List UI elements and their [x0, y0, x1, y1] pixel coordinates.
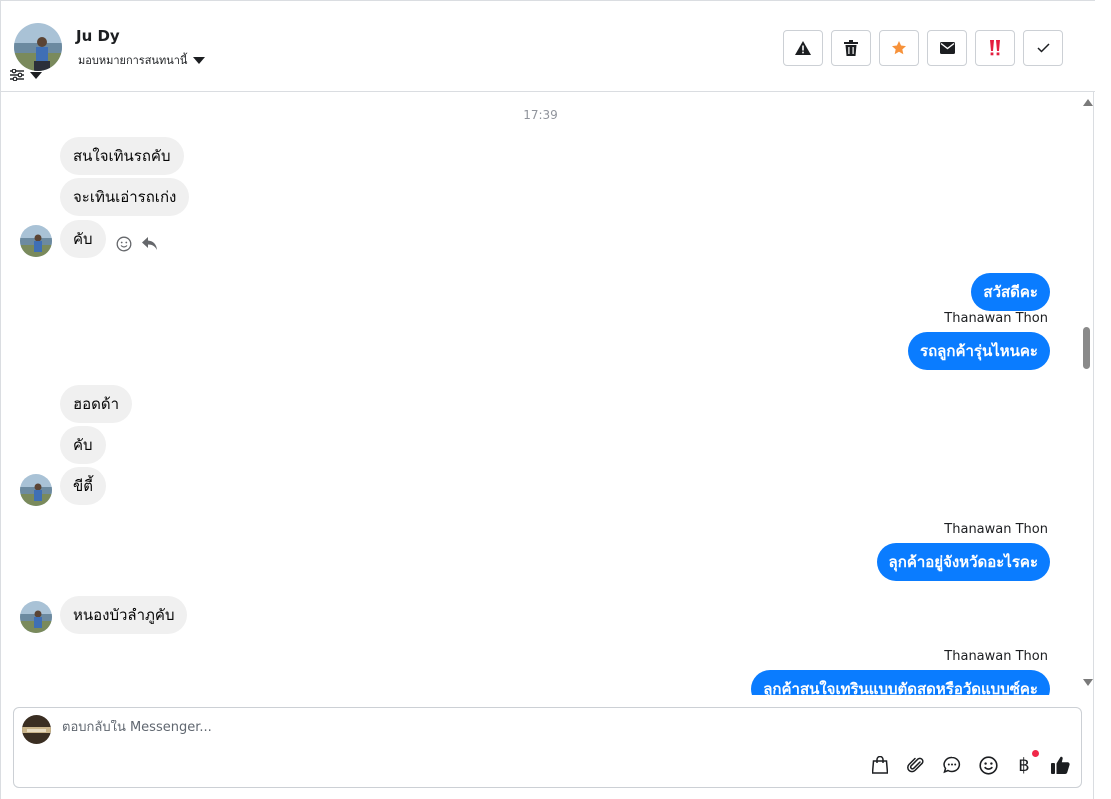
chat-bubble-icon [943, 756, 961, 774]
message-composer: ฿ [13, 707, 1082, 788]
incoming-message[interactable]: ขีตี้ [60, 467, 106, 505]
chevron-down-icon [193, 56, 206, 64]
incoming-message[interactable]: คับ [60, 426, 106, 464]
mark-unread-button[interactable] [927, 30, 967, 66]
message-thread: 17:39 สนใจเทินรถคับ จะเทินเอ่ารถเก่ง คับ [2, 93, 1079, 695]
baht-icon: ฿ [1018, 754, 1030, 776]
star-button[interactable] [879, 30, 919, 66]
reply-input[interactable] [62, 720, 862, 735]
like-button[interactable] [1049, 754, 1071, 776]
incoming-message[interactable]: หนองบัวลำภูคับ [60, 596, 188, 634]
sender-name: Thanawan Thon [944, 649, 1048, 664]
incoming-message[interactable]: สนใจเทินรถคับ [60, 137, 184, 175]
chevron-down-icon [30, 71, 42, 79]
notification-dot [1032, 750, 1039, 757]
sender-name: Thanawan Thon [944, 522, 1048, 537]
contact-avatar-small [20, 225, 52, 257]
emoji-react-icon[interactable] [116, 236, 132, 252]
shopping-bag-icon [872, 756, 888, 774]
double-exclamation-icon [990, 40, 1000, 56]
sender-name: Thanawan Thon [944, 311, 1048, 326]
trash-icon [844, 40, 858, 56]
reply-icon[interactable] [142, 237, 158, 251]
message-timestamp: 17:39 [523, 108, 558, 122]
contact-name[interactable]: Ju Dy [76, 27, 120, 45]
contact-avatar-small [20, 601, 52, 633]
conversation-actions [783, 30, 1063, 66]
paperclip-icon [907, 757, 924, 773]
scroll-down-arrow-icon[interactable] [1083, 679, 1093, 686]
shopping-bag-button[interactable] [869, 754, 891, 776]
conversation-panel: Ju Dy มอบหมายการสนทนานี้ 17:39 สนใจเทินร… [0, 0, 1095, 799]
follow-up-button[interactable] [975, 30, 1015, 66]
contact-avatar-small [20, 474, 52, 506]
conversation-header: Ju Dy มอบหมายการสนทนานี้ [1, 0, 1095, 92]
warning-icon [795, 41, 811, 55]
star-icon [892, 41, 906, 55]
filter-control[interactable] [10, 69, 42, 81]
outgoing-message[interactable]: ลุกค้าอยู่จังหวัดอะไรคะ [876, 543, 1050, 581]
outgoing-message[interactable]: รถลูกค้ารุ่นไหนคะ [908, 332, 1050, 370]
message-tools [116, 236, 158, 252]
contact-avatar[interactable] [14, 23, 62, 71]
delete-button[interactable] [831, 30, 871, 66]
thumbs-up-icon [1050, 756, 1070, 774]
saved-replies-button[interactable] [941, 754, 963, 776]
composer-toolbar: ฿ [869, 750, 1071, 776]
smiley-icon [978, 755, 998, 775]
report-spam-button[interactable] [783, 30, 823, 66]
assign-conversation-dropdown[interactable]: มอบหมายการสนทนานี้ [78, 51, 206, 69]
mark-done-button[interactable] [1023, 30, 1063, 66]
scrollbar-thumb[interactable] [1083, 327, 1090, 369]
emoji-button[interactable] [977, 754, 999, 776]
incoming-message[interactable]: จะเทินเอ่ารถเก่ง [60, 178, 190, 216]
outgoing-message[interactable]: สวัสดีคะ [971, 273, 1050, 311]
incoming-message[interactable]: คับ [60, 220, 106, 258]
sliders-icon [10, 69, 24, 81]
thread-scrollbar[interactable] [1079, 93, 1095, 695]
payment-button[interactable]: ฿ [1013, 750, 1039, 776]
scroll-up-arrow-icon[interactable] [1083, 99, 1093, 106]
envelope-icon [939, 42, 955, 54]
incoming-message[interactable]: ฮอดด้า [60, 385, 133, 423]
attach-button[interactable] [905, 754, 927, 776]
assign-label: มอบหมายการสนทนานี้ [78, 54, 188, 67]
check-icon [1036, 43, 1050, 53]
outgoing-message[interactable]: ลูกค้าสนใจเทรินแบบตัดสดหรือวัดแบบซ์คะ [751, 670, 1050, 695]
page-avatar [22, 715, 51, 744]
